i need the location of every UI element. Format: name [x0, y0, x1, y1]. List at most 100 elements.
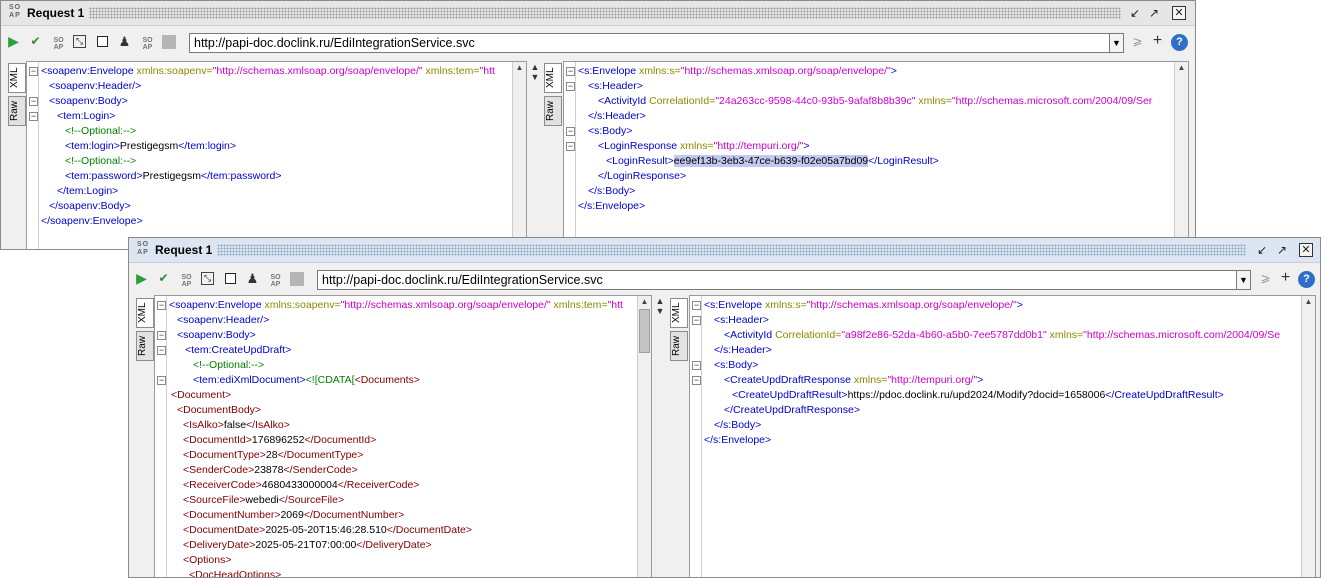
collapse-up-icon[interactable]: ▲	[654, 297, 666, 306]
assertion-icon[interactable]: ⩾	[1130, 34, 1145, 49]
fullscreen-icon[interactable]: ⤡	[201, 272, 214, 285]
response-editor[interactable]: − − − − <s:Envelope xmlns:s="http://schemas…	[689, 295, 1316, 577]
toolbar: ▶ ✔ SO AP ⤡ ♟ SO AP http://papi-doc.doclin…	[129, 264, 1320, 294]
scroll-up-icon[interactable]: ▲	[513, 62, 526, 74]
pane-splitter[interactable]: ▲ ▼	[654, 295, 666, 577]
fold-toggle-icon[interactable]: −	[566, 67, 575, 76]
soap-options-icon[interactable]: SO AP	[268, 274, 283, 289]
maximize-icon[interactable]: ↗	[1275, 243, 1289, 257]
run-icon[interactable]: ▶	[134, 271, 149, 286]
create-empty-icon[interactable]: SO AP	[51, 37, 66, 52]
request-code[interactable]: <soapenv:Envelope xmlns:soapenv="http://…	[39, 62, 526, 249]
tab-xml[interactable]: XML	[8, 63, 26, 93]
endpoint-url[interactable]: http://papi-doc.doclink.ru/EdiIntegratio…	[189, 33, 1110, 53]
add-icon[interactable]: +	[1278, 270, 1293, 286]
code-token: </ReceiverCode>	[337, 479, 420, 491]
fold-toggle-icon[interactable]: −	[692, 361, 701, 370]
title-bar[interactable]: SO AP Request 1 ↙ ↗ ✕	[129, 238, 1320, 263]
response-scrollbar[interactable]: ▲	[1301, 296, 1315, 577]
user-icon[interactable]: ♟	[245, 271, 260, 286]
fold-toggle-icon[interactable]: −	[29, 67, 38, 76]
code-token: <!--Optional:-->	[65, 125, 137, 137]
fold-toggle-icon[interactable]: −	[692, 316, 701, 325]
fold-toggle-icon[interactable]: −	[692, 301, 701, 310]
soap-options-icon[interactable]: SO AP	[140, 37, 155, 52]
response-scrollbar[interactable]: ▲	[1174, 62, 1188, 249]
editor-icon[interactable]	[225, 273, 236, 284]
response-editor[interactable]: − − − − <s:Envelope xmlns:s="http://schemas…	[563, 61, 1189, 249]
fold-toggle-icon[interactable]: −	[29, 97, 38, 106]
code-line: <DocumentDate>2025-05-20T15:46:28.510</D…	[183, 523, 472, 538]
code-token: </s:Header>	[714, 344, 772, 356]
request-editor[interactable]: − − − <soapenv:Envelope xmlns:soapenv="htt…	[26, 61, 527, 249]
fold-toggle-icon[interactable]: −	[157, 346, 166, 355]
help-icon[interactable]: ?	[1298, 271, 1315, 288]
scroll-thumb[interactable]	[639, 309, 650, 353]
tab-xml[interactable]: XML	[670, 298, 688, 328]
fullscreen-icon[interactable]: ⤡	[73, 35, 86, 48]
code-token: >	[1016, 299, 1023, 311]
assertion-icon[interactable]: ⩾	[1258, 271, 1273, 286]
scroll-up-icon[interactable]: ▲	[1302, 296, 1315, 308]
url-dropdown-icon[interactable]: ▼	[1236, 270, 1251, 290]
tab-raw[interactable]: Raw	[544, 96, 562, 126]
fold-toggle-icon[interactable]: −	[566, 142, 575, 151]
validate-icon[interactable]: ✔	[156, 271, 171, 286]
maximize-icon[interactable]: ↗	[1147, 6, 1161, 20]
request-scrollbar[interactable]: ▲	[512, 62, 526, 249]
fold-toggle-icon[interactable]: −	[157, 376, 166, 385]
close-icon[interactable]: ✕	[1172, 6, 1186, 20]
close-icon[interactable]: ✕	[1299, 243, 1313, 257]
tab-xml[interactable]: XML	[544, 63, 562, 93]
create-empty-icon[interactable]: SO AP	[179, 274, 194, 289]
tab-xml[interactable]: XML	[136, 298, 154, 328]
response-code[interactable]: <s:Envelope xmlns:s="http://schemas.xmls…	[576, 62, 1188, 249]
fold-toggle-icon[interactable]: −	[566, 127, 575, 136]
code-line: <Document>	[171, 388, 231, 403]
validate-icon[interactable]: ✔	[28, 34, 43, 49]
title-bar[interactable]: SO AP Request 1 ↙ ↗ ✕	[1, 1, 1195, 26]
url-dropdown-icon[interactable]: ▼	[1109, 33, 1124, 53]
pane-splitter[interactable]: ▲ ▼	[529, 61, 541, 249]
code-line: </s:Envelope>	[578, 199, 645, 214]
add-icon[interactable]: +	[1150, 33, 1165, 49]
code-token: </tem:login>	[178, 140, 237, 152]
code-token: "http://schemas.xmlsoap.org/soap/envelop…	[340, 299, 551, 311]
fold-toggle-icon[interactable]: −	[566, 82, 575, 91]
scroll-up-icon[interactable]: ▲	[638, 296, 651, 308]
code-line: <soapenv:Envelope xmlns:soapenv="http://…	[169, 298, 623, 313]
tab-raw[interactable]: Raw	[670, 331, 688, 361]
code-token: "http://schemas.microsoft.com/2004/09/Se…	[951, 95, 1153, 107]
help-icon[interactable]: ?	[1171, 34, 1188, 51]
collapse-down-icon[interactable]: ▼	[529, 73, 541, 82]
run-icon[interactable]: ▶	[6, 34, 21, 49]
editor-icon[interactable]	[97, 36, 108, 47]
code-token: <!--Optional:-->	[193, 359, 265, 371]
code-line: </s:Header>	[714, 343, 772, 358]
request-code[interactable]: <soapenv:Envelope xmlns:soapenv="http://…	[167, 296, 651, 577]
minimize-icon[interactable]: ↙	[1128, 6, 1142, 20]
code-token: </DocumentNumber>	[303, 509, 405, 521]
response-code[interactable]: <s:Envelope xmlns:s="http://schemas.xmls…	[702, 296, 1315, 577]
minimize-icon[interactable]: ↙	[1255, 243, 1269, 257]
collapse-up-icon[interactable]: ▲	[529, 63, 541, 72]
code-line: </tem:Login>	[57, 184, 118, 199]
code-line: <IsAlko>false</IsAlko>	[183, 418, 290, 433]
code-token: "http://tempuri.org/"	[887, 374, 978, 386]
code-line: </s:Envelope>	[704, 433, 771, 448]
fold-toggle-icon[interactable]: −	[157, 331, 166, 340]
code-token: "htt	[479, 65, 495, 77]
fold-toggle-icon[interactable]: −	[157, 301, 166, 310]
tab-raw[interactable]: Raw	[8, 96, 26, 126]
code-token: </SenderCode>	[283, 464, 358, 476]
scroll-up-icon[interactable]: ▲	[1175, 62, 1188, 74]
fold-toggle-icon[interactable]: −	[692, 376, 701, 385]
user-icon[interactable]: ♟	[117, 34, 132, 49]
fold-toggle-icon[interactable]: −	[29, 112, 38, 121]
request-editor[interactable]: − − − − <soapenv:Envelope xmlns:soapenv="ht…	[154, 295, 652, 577]
tab-raw[interactable]: Raw	[136, 331, 154, 361]
code-line: <DocumentType>28</DocumentType>	[183, 448, 363, 463]
collapse-down-icon[interactable]: ▼	[654, 307, 666, 316]
endpoint-url[interactable]: http://papi-doc.doclink.ru/EdiIntegratio…	[317, 270, 1238, 290]
request-scrollbar[interactable]: ▲	[637, 296, 651, 577]
